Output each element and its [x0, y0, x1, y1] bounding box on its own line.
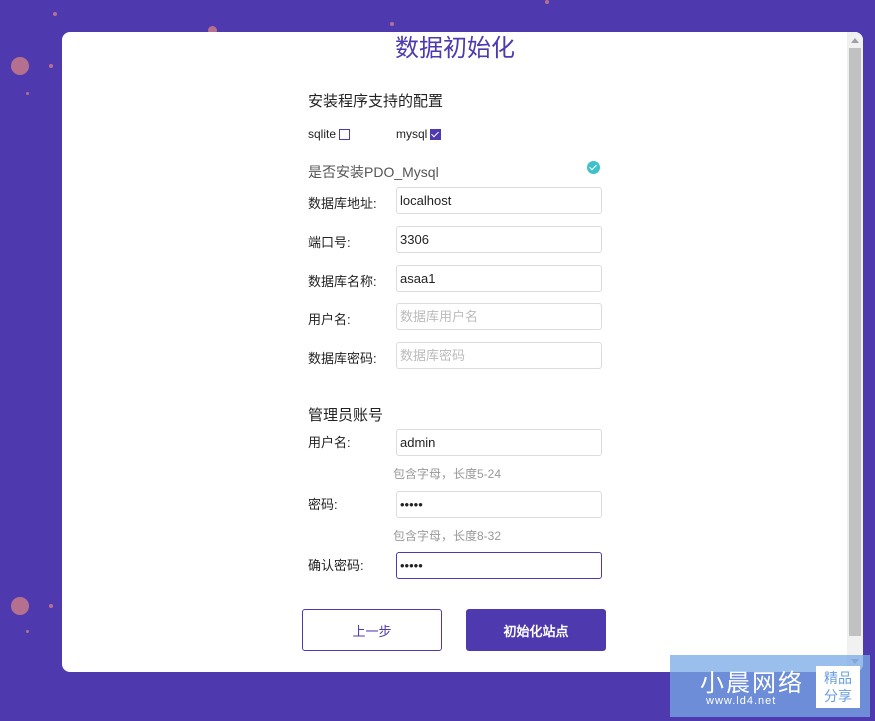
watermark-badge-line2: 分享 — [824, 688, 852, 704]
scrollbar[interactable] — [847, 32, 863, 672]
background-dot — [49, 64, 53, 68]
background-dot — [26, 92, 29, 95]
option-mysql[interactable]: mysql — [396, 127, 442, 141]
background-dot — [11, 597, 29, 615]
background-dot — [26, 630, 29, 633]
db-name-label: 数据库名称: — [308, 274, 377, 289]
db-name-input[interactable] — [396, 265, 602, 292]
background-dot — [11, 57, 29, 75]
scrollbar-thumb[interactable] — [849, 48, 861, 636]
init-card: 数据初始化 安装程序支持的配置 sqlite mysql 是否安装PDO_Mys… — [62, 32, 863, 672]
admin-username-label: 用户名: — [308, 435, 351, 450]
admin-password-label: 密码: — [308, 497, 338, 512]
background-dot — [545, 0, 549, 4]
admin-username-hint: 包含字母，长度5-24 — [393, 467, 502, 481]
confirm-password-label: 确认密码: — [308, 558, 364, 573]
watermark-main-text: 小晨网络 — [700, 670, 804, 697]
confirm-password-input[interactable] — [396, 552, 602, 579]
option-mysql-label: mysql — [396, 127, 428, 141]
db-password-input[interactable] — [396, 342, 602, 369]
watermark-badge-line1: 精品 — [824, 670, 852, 686]
background-dot — [53, 12, 57, 16]
admin-username-input[interactable] — [396, 429, 602, 456]
watermark-badge: 精品 分享 — [816, 666, 860, 708]
option-sqlite-label: sqlite — [308, 127, 337, 141]
watermark: 小晨网络 www.ld4.net 精品 分享 — [670, 655, 870, 717]
background-dot — [390, 22, 394, 26]
db-host-label: 数据库地址: — [308, 196, 377, 211]
install-config-title: 安装程序支持的配置 — [308, 93, 444, 110]
db-host-input[interactable] — [396, 187, 602, 214]
mysql-checkbox[interactable] — [430, 128, 442, 140]
check-circle-icon — [587, 161, 600, 174]
db-port-label: 端口号: — [308, 235, 351, 250]
db-user-input[interactable] — [396, 303, 602, 330]
pdo-mysql-label: 是否安装PDO_Mysql — [308, 164, 439, 180]
db-password-label: 数据库密码: — [308, 351, 377, 366]
page-title: 数据初始化 — [395, 35, 515, 62]
admin-section-title: 管理员账号 — [308, 407, 384, 424]
db-user-label: 用户名: — [308, 312, 351, 327]
admin-password-hint: 包含字母，长度8-32 — [393, 529, 502, 543]
admin-password-input[interactable] — [396, 491, 602, 518]
background-dot — [49, 604, 53, 608]
init-site-button[interactable]: 初始化站点 — [466, 609, 606, 651]
sqlite-checkbox[interactable] — [339, 128, 351, 140]
option-sqlite[interactable]: sqlite — [308, 127, 351, 141]
watermark-url: www.ld4.net — [706, 695, 777, 707]
prev-step-button[interactable]: 上一步 — [302, 609, 442, 651]
scroll-up-arrow-icon[interactable] — [851, 38, 859, 43]
db-port-input[interactable] — [396, 226, 602, 253]
